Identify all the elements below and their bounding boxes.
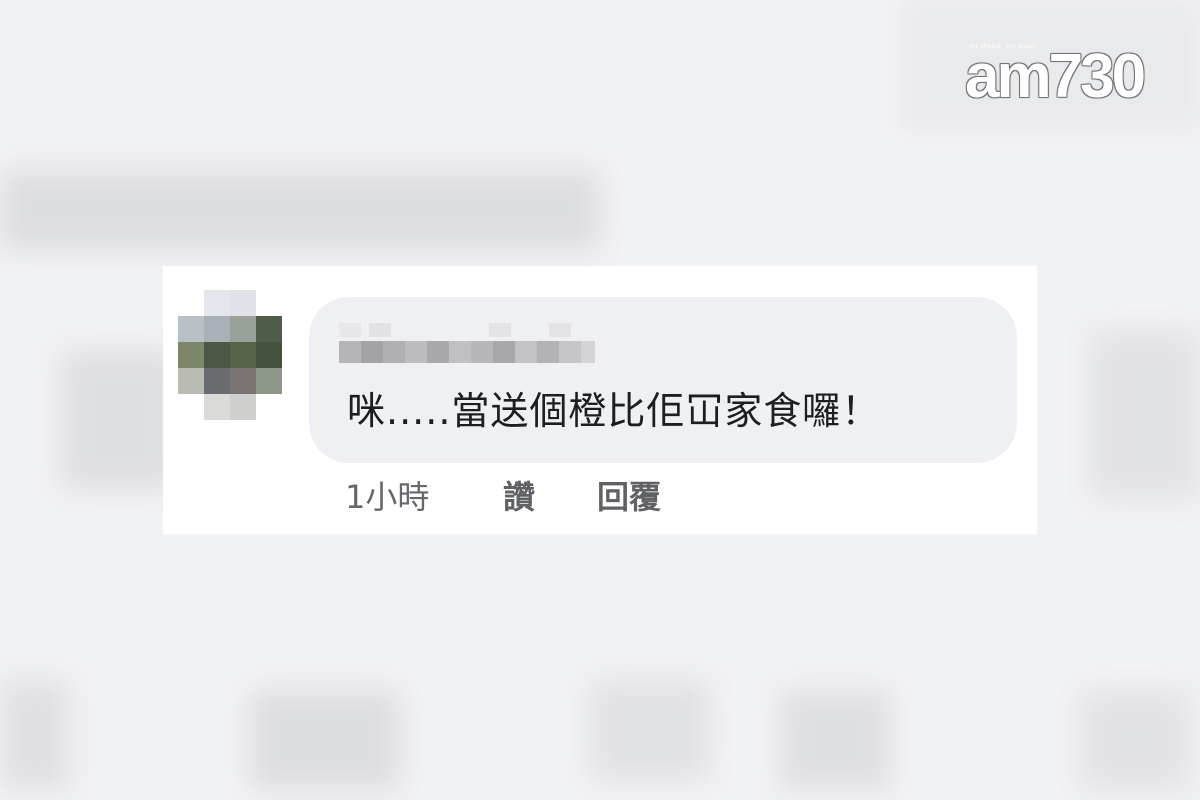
avatar-pixel	[230, 394, 256, 420]
comment-timestamp[interactable]: 1小時	[345, 472, 503, 518]
avatar-pixel	[204, 394, 230, 420]
comment-bubble: 咪.....當送個橙比佢冚家食囉！	[309, 297, 1017, 463]
background-blurred-content	[780, 690, 890, 790]
background-blurred-content	[250, 690, 400, 790]
name-pixel	[493, 341, 515, 363]
avatar-pixel	[256, 316, 282, 342]
avatar-pixel	[178, 368, 204, 394]
avatar[interactable]	[178, 290, 283, 420]
name-pixel	[383, 341, 405, 363]
avatar-pixel	[256, 368, 282, 394]
avatar-pixel	[204, 368, 230, 394]
name-pixel	[549, 323, 571, 337]
name-pixel	[427, 341, 449, 363]
avatar-pixel	[230, 342, 256, 368]
like-button[interactable]: 讚	[503, 472, 597, 518]
comment-actions: 1小時 讚 回覆	[345, 472, 661, 518]
name-pixel	[339, 341, 361, 363]
avatar-pixel	[178, 342, 204, 368]
am730-watermark-logo: am730 my choice · my paper	[965, 32, 1150, 111]
background-blurred-content	[1090, 330, 1200, 500]
name-pixel	[581, 341, 595, 363]
avatar-pixel	[230, 290, 256, 316]
comment-text: 咪.....當送個橙比佢冚家食囉！	[347, 389, 881, 433]
avatar-pixel	[204, 342, 230, 368]
watermark-tagline: my choice · my paper	[969, 43, 1037, 50]
name-pixel	[405, 341, 427, 363]
name-pixel	[471, 341, 493, 363]
comment-card: 咪.....當送個橙比佢冚家食囉！ 1小時 讚 回覆	[163, 266, 1037, 534]
avatar-pixel	[230, 316, 256, 342]
name-pixel	[515, 341, 537, 363]
name-pixel	[339, 323, 361, 337]
watermark-brand: am730	[965, 42, 1146, 111]
background-blurred-content	[0, 680, 70, 790]
background-blurred-content	[1080, 690, 1190, 790]
avatar-pixel	[204, 316, 230, 342]
avatar-pixel	[230, 368, 256, 394]
name-pixel	[559, 341, 581, 363]
avatar-pixel	[178, 316, 204, 342]
name-pixel	[489, 323, 511, 337]
background-blurred-content	[590, 680, 710, 780]
avatar-pixel	[256, 342, 282, 368]
name-pixel	[361, 341, 383, 363]
name-pixel	[537, 341, 559, 363]
name-pixel	[449, 341, 471, 363]
background-blurred-content	[60, 350, 180, 490]
avatar-pixel	[204, 290, 230, 316]
name-pixel	[369, 323, 391, 337]
author-name-blurred[interactable]	[339, 323, 599, 369]
reply-button[interactable]: 回覆	[597, 472, 661, 518]
background-blurred-content	[0, 170, 600, 250]
